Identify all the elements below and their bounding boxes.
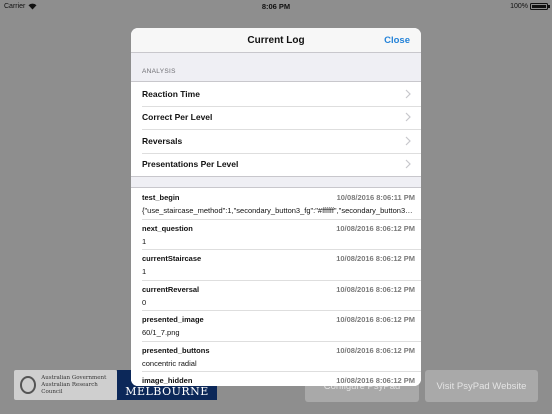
chevron-right-icon xyxy=(405,112,411,122)
analysis-section-header: ANALYSIS xyxy=(142,68,176,75)
log-entry-name: test_begin xyxy=(142,193,180,202)
close-button[interactable]: Close xyxy=(384,28,410,53)
log-entry-time: 10/08/2016 8:06:12 PM xyxy=(336,284,415,294)
analysis-list: Reaction Time Correct Per Level Reversal… xyxy=(131,81,421,177)
analysis-item-reaction-time[interactable]: Reaction Time xyxy=(131,82,421,106)
log-entry-value: {"use_staircase_method":1,"secondary_but… xyxy=(142,206,415,215)
visit-psypad-website-button[interactable]: Visit PsyPad Website xyxy=(425,370,538,402)
log-entry-name: currentReversal xyxy=(142,284,200,294)
analysis-item-reversals[interactable]: Reversals xyxy=(131,129,421,153)
log-entry-current-reversal[interactable]: currentReversal 10/08/2016 8:06:12 PM 0 xyxy=(131,279,421,310)
analysis-item-presentations-per-level[interactable]: Presentations Per Level xyxy=(131,152,421,177)
log-entry-value: 1 xyxy=(142,267,147,276)
analysis-item-correct-per-level[interactable]: Correct Per Level xyxy=(131,105,421,130)
status-time: 8:06 PM xyxy=(261,1,291,11)
log-entry-name: next_question xyxy=(142,223,193,233)
current-log-modal: Current Log Close ANALYSIS Reaction Time… xyxy=(131,28,421,386)
log-entry-name: presented_buttons xyxy=(142,345,210,355)
chevron-right-icon xyxy=(405,136,411,146)
log-entry-time: 10/08/2016 8:06:12 PM xyxy=(336,376,415,385)
crest-icon xyxy=(20,376,37,394)
log-entry-time: 10/08/2016 8:06:12 PM xyxy=(336,223,415,233)
log-entry-image-hidden[interactable]: image_hidden 10/08/2016 8:06:12 PM xyxy=(131,371,421,386)
log-entry-time: 10/08/2016 8:06:11 PM xyxy=(336,193,415,202)
battery-icon xyxy=(530,2,550,10)
chevron-right-icon xyxy=(405,159,411,169)
log-entry-name: image_hidden xyxy=(142,376,193,385)
log-entry-test-begin[interactable]: test_begin 10/08/2016 8:06:11 PM {"use_s… xyxy=(131,188,421,219)
log-entry-time: 10/08/2016 8:06:12 PM xyxy=(336,254,415,263)
log-entry-value: concentric radial xyxy=(142,358,197,368)
log-list[interactable]: test_begin 10/08/2016 8:06:11 PM {"use_s… xyxy=(131,187,421,386)
log-entry-current-staircase[interactable]: currentStaircase 10/08/2016 8:06:12 PM 1 xyxy=(131,249,421,280)
modal-nav-bar: Current Log Close xyxy=(131,28,421,53)
log-entry-time: 10/08/2016 8:06:12 PM xyxy=(336,345,415,355)
log-entry-value: 0 xyxy=(142,297,147,307)
log-entry-presented-buttons[interactable]: presented_buttons 10/08/2016 8:06:12 PM … xyxy=(131,340,421,371)
log-entry-presented-image[interactable]: presented_image 10/08/2016 8:06:12 PM 60… xyxy=(131,310,421,341)
chevron-right-icon xyxy=(405,89,411,99)
log-entry-name: currentStaircase xyxy=(142,254,202,263)
log-entry-time: 10/08/2016 8:06:12 PM xyxy=(336,315,415,324)
log-entry-value: 60/1_7.png xyxy=(142,328,180,337)
australian-government-logo: Australian Government Australian Researc… xyxy=(14,370,117,400)
log-entry-value: 1 xyxy=(142,236,147,246)
log-entry-next-question[interactable]: next_question 10/08/2016 8:06:12 PM 1 xyxy=(131,218,421,249)
status-bar: Carrier 8:06 PM 100% xyxy=(0,0,552,12)
modal-title: Current Log xyxy=(247,34,305,46)
log-entry-name: presented_image xyxy=(142,315,204,324)
